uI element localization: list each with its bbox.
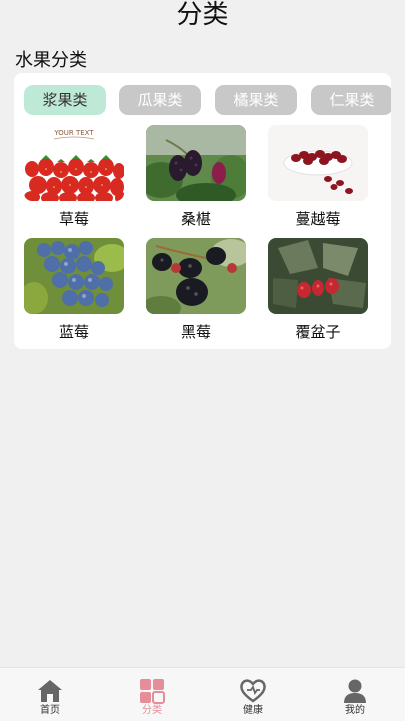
nav-label-profile: 我的 — [345, 705, 365, 716]
fruit-item-cranberry[interactable]: 蔓越莓 — [268, 125, 368, 229]
nav-label-home: 首页 — [40, 705, 60, 716]
nav-health[interactable]: 健康 — [223, 678, 283, 717]
tab-pome[interactable]: 仁果类 — [311, 85, 391, 115]
fruit-item-blackberry[interactable]: 黑莓 — [146, 238, 246, 342]
cranberry-photo — [268, 125, 368, 201]
blackberry-photo — [146, 238, 246, 314]
nav-label-health: 健康 — [243, 705, 263, 716]
nav-profile[interactable]: 我的 — [325, 678, 385, 717]
fruit-label: 蔓越莓 — [295, 210, 341, 228]
nav-home[interactable]: 首页 — [20, 678, 80, 717]
bottom-nav: 首页 分类 健康 我的 — [0, 667, 405, 721]
fruit-label: 草莓 — [58, 210, 89, 228]
nav-category[interactable]: 分类 — [122, 678, 182, 717]
home-icon — [38, 680, 62, 702]
category-icon — [140, 679, 165, 704]
fruit-label: 蓝莓 — [58, 323, 89, 341]
fruit-item-blueberry[interactable]: 蓝莓 — [24, 238, 124, 342]
fruit-item-raspberry[interactable]: 覆盆子 — [268, 238, 368, 342]
fruit-item-strawberry[interactable]: YOUR TEXT 草莓 — [24, 125, 124, 229]
category-tabs: 浆果类 瓜果类 橘果类 仁果类 — [24, 85, 391, 117]
strawberry-photo: YOUR TEXT — [24, 125, 124, 201]
page-title: 分类 — [176, 0, 229, 30]
watermark-text: YOUR TEXT — [53, 129, 94, 137]
section-title: 水果分类 — [15, 50, 87, 71]
blueberry-photo — [24, 238, 124, 314]
tab-melons[interactable]: 瓜果类 — [119, 85, 201, 115]
tab-berries[interactable]: 浆果类 — [24, 85, 106, 115]
nav-label-category: 分类 — [142, 705, 162, 716]
fruit-category-card: 浆果类 瓜果类 橘果类 仁果类 YOUR TEXT 草莓 桑椹 蔓越莓 蓝莓 黑… — [14, 73, 391, 349]
fruit-item-mulberry[interactable]: 桑椹 — [146, 125, 246, 229]
raspberry-photo — [268, 238, 368, 314]
heart-icon — [240, 679, 266, 703]
fruit-label: 覆盆子 — [295, 323, 341, 341]
fruit-label: 黑莓 — [180, 323, 211, 341]
mulberry-photo — [146, 125, 246, 201]
fruit-label: 桑椹 — [180, 210, 211, 228]
tab-citrus[interactable]: 橘果类 — [215, 85, 297, 115]
user-icon — [344, 679, 366, 703]
